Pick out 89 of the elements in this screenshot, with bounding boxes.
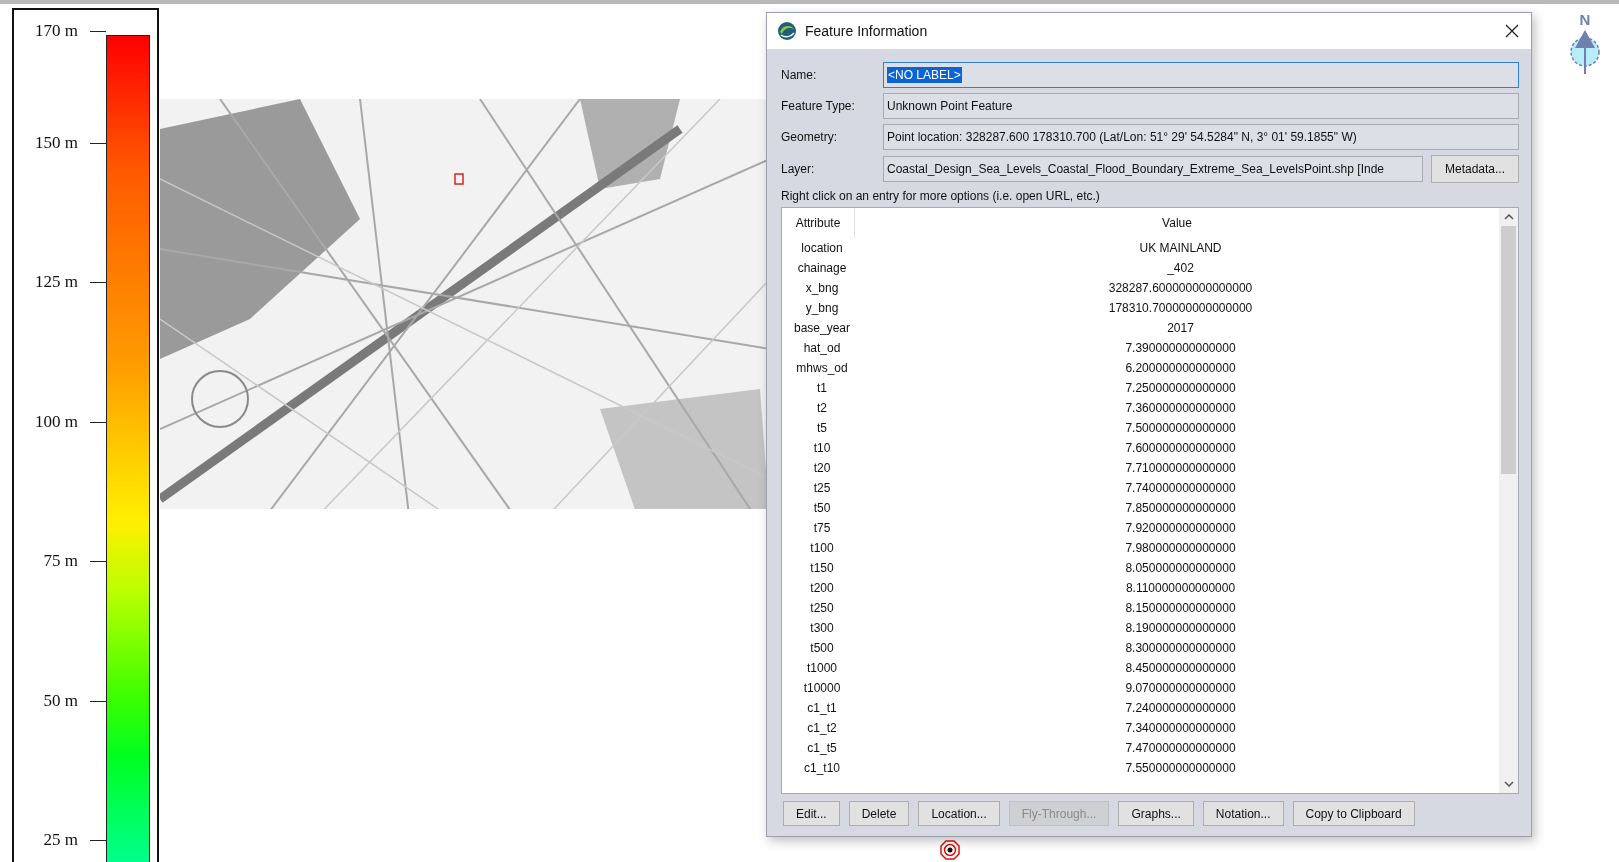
table-cell-text: t500 — [809, 641, 835, 655]
scale-label: 125 m — [35, 275, 78, 290]
text-field[interactable]: Unknown Point Feature — [883, 93, 1519, 119]
table-cell-text: 7.710000000000000 — [1124, 461, 1237, 475]
scale-label: 150 m — [35, 135, 78, 150]
table-cell-text: 7.240000000000000 — [1124, 701, 1237, 715]
table-cell-text: 8.050000000000000 — [1124, 561, 1237, 575]
table-cell-text: mhws_od — [795, 361, 849, 375]
scale-label: 75 m — [43, 554, 78, 569]
field-label: Name: — [781, 68, 818, 82]
table-cell-text: t150 — [809, 561, 835, 575]
dialog-button[interactable]: Delete — [848, 801, 910, 826]
table-cell-text: 7.740000000000000 — [1124, 481, 1237, 495]
table-cell-text: t10 — [812, 441, 832, 455]
scale-label: 100 m — [35, 414, 78, 429]
column-header[interactable]: Value — [855, 208, 1499, 238]
window-title: Feature Information — [805, 23, 929, 39]
table-cell-text: 2017 — [1166, 321, 1195, 335]
table-cell-text: 7.980000000000000 — [1124, 541, 1237, 555]
table-cell-text: t50 — [812, 501, 832, 515]
table-cell-text: t100 — [809, 541, 835, 555]
table-cell-text: t75 — [812, 521, 832, 535]
globe-icon — [777, 21, 797, 41]
scroll-up-icon[interactable] — [1503, 214, 1514, 220]
dialog-button[interactable]: Graphs... — [1118, 801, 1194, 826]
table-cell-text: t1000 — [806, 661, 838, 675]
field-label: Layer: — [781, 162, 816, 176]
table-cell-text: 8.150000000000000 — [1124, 601, 1237, 615]
scroll-down-icon[interactable] — [1503, 781, 1514, 787]
table-cell-text: t2 — [816, 401, 828, 415]
table-cell-text: x_bng — [804, 281, 840, 295]
table-cell-text: 7.500000000000000 — [1124, 421, 1237, 435]
table-cell-text: t200 — [809, 581, 835, 595]
table-cell-text: 7.360000000000000 — [1124, 401, 1237, 415]
target-icon — [940, 840, 960, 860]
scroll-bar[interactable] — [1499, 208, 1518, 793]
table-cell-text: 178310.700000000000000 — [1107, 301, 1254, 315]
table-cell-text: t20 — [812, 461, 832, 475]
table-cell-text: t25 — [812, 481, 832, 495]
table-cell-text: hat_od — [802, 341, 842, 355]
table-cell-text: c1_t2 — [806, 721, 838, 735]
scale-label: 50 m — [43, 693, 78, 708]
table-cell-text: _402 — [1166, 261, 1195, 275]
table-cell-text: 8.110000000000000 — [1124, 581, 1237, 595]
table-cell-text: 8.300000000000000 — [1124, 641, 1237, 655]
metadata-button[interactable]: Metadata... — [1431, 155, 1519, 183]
table-cell-text: location — [800, 241, 844, 255]
hint-text: Right click on an entry for more options (i.e. open URL, etc.) — [781, 189, 1101, 203]
scale-label: 170 m — [35, 24, 78, 38]
text-field[interactable]: Point location: 328287.600 178310.700 (Lat/Lon: 51° 29' 54.5284" N, 3° 01' 59.1855" W) — [883, 124, 1519, 150]
field-label: Feature Type: — [781, 99, 856, 113]
scale-label: 25 m — [43, 833, 78, 848]
table-cell-text: 7.550000000000000 — [1124, 761, 1237, 775]
north-label: N — [1579, 12, 1591, 28]
table-cell-text: 7.250000000000000 — [1124, 381, 1237, 395]
table-cell-text: 6.200000000000000 — [1124, 361, 1237, 375]
table-cell-text: 8.190000000000000 — [1124, 621, 1237, 635]
dialog-button[interactable]: Location... — [918, 801, 1000, 826]
table-cell-text: 7.850000000000000 — [1124, 501, 1237, 515]
dialog-button[interactable]: Notation... — [1202, 801, 1284, 826]
table-cell-text: 328287.600000000000000 — [1107, 281, 1254, 295]
table-cell-text: 9.070000000000000 — [1124, 681, 1237, 695]
table-cell-text: t1 — [816, 381, 828, 395]
table-cell-text: y_bng — [804, 301, 840, 315]
table-cell-text: c1_t5 — [806, 741, 838, 755]
table-cell-text: 8.450000000000000 — [1124, 661, 1237, 675]
dialog-button[interactable]: Copy to Clipboard — [1292, 801, 1415, 826]
scroll-thumb[interactable] — [1501, 226, 1516, 474]
table-cell-text: c1_t1 — [806, 701, 838, 715]
column-header[interactable]: Attribute — [782, 208, 855, 238]
table-cell-text: t250 — [809, 601, 835, 615]
table-cell-text: UK MAINLAND — [1138, 241, 1223, 255]
dialog-button[interactable]: Edit... — [783, 801, 840, 826]
compass-icon — [1568, 28, 1602, 74]
text-field[interactable]: <NO LABEL> — [883, 62, 1519, 88]
table-cell-text: t5 — [816, 421, 828, 435]
table-cell-text: 7.600000000000000 — [1124, 441, 1237, 455]
table-cell-text: 7.340000000000000 — [1124, 721, 1237, 735]
table-cell-text: 7.390000000000000 — [1124, 341, 1237, 355]
tick-mark — [90, 31, 106, 32]
table-cell-text: chainage — [796, 261, 848, 275]
table-cell-text: t300 — [809, 621, 835, 635]
field-label: Geometry: — [781, 130, 838, 144]
table-cell-text: 7.470000000000000 — [1124, 741, 1237, 755]
table-cell-text: base_year — [792, 321, 851, 335]
text-field[interactable]: Coastal_Design_Sea_Levels_Coastal_Flood_Boundary_Extreme_Sea_LevelsPoint.shp [Inde — [883, 156, 1423, 182]
table-cell-text: 7.920000000000000 — [1124, 521, 1237, 535]
table-cell-text: c1_t10 — [803, 761, 841, 775]
table-cell-text: t10000 — [802, 681, 842, 695]
